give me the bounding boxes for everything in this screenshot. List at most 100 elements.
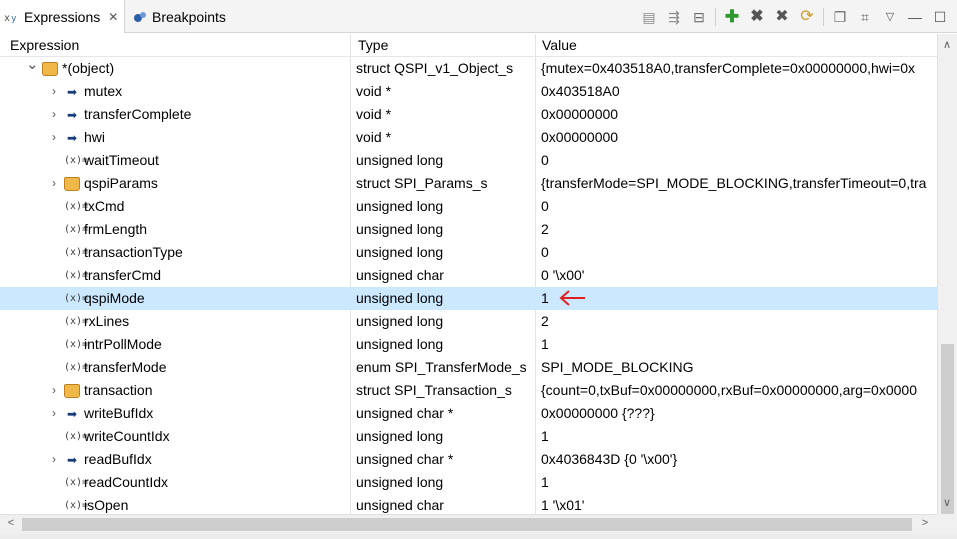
table-row[interactable]: › ➡ mutex void * 0x403518A0 [0, 80, 937, 103]
variable-icon: (x)= [64, 339, 89, 350]
variable-icon: (x)= [64, 362, 89, 373]
table-row[interactable]: (x)= writeCountIdx unsigned long 1 [0, 425, 937, 448]
chevron-right-icon[interactable]: › [48, 103, 60, 126]
tab-expressions[interactable]: xy Expressions ✕ [0, 0, 125, 33]
expression-value[interactable]: 1 [541, 333, 937, 356]
expression-value[interactable]: SPI_MODE_BLOCKING [541, 356, 937, 379]
remove-icon[interactable]: ✖ [748, 8, 766, 26]
variable-icon: (x)= [64, 293, 89, 304]
chevron-right-icon[interactable]: › [48, 379, 60, 402]
table-row[interactable]: (x)= waitTimeout unsigned long 0 [0, 149, 937, 172]
column-header-expression[interactable]: Expression [10, 34, 79, 56]
expression-value[interactable]: 1 [541, 471, 937, 494]
expression-name: transferComplete [84, 106, 192, 122]
horizontal-scrollbar[interactable]: < > [0, 514, 937, 534]
variable-icon: (x)= [64, 224, 89, 235]
table-row[interactable]: (x)= intrPollMode unsigned long 1 [0, 333, 937, 356]
view-bottom-border [0, 534, 957, 539]
tab-breakpoints-label: Breakpoints [152, 8, 226, 25]
column-header-value[interactable]: Value [542, 34, 577, 56]
variable-icon: (x)= [64, 247, 89, 258]
expression-value[interactable]: {count=0,txBuf=0x00000000,rxBuf=0x000000… [541, 379, 937, 402]
table-row[interactable]: (x)= rxLines unsigned long 2 [0, 310, 937, 333]
table-row[interactable]: (x)= transferCmd unsigned char 0 '\x00' [0, 264, 937, 287]
svg-text:y: y [11, 14, 17, 24]
expression-value[interactable]: 0 '\x00' [541, 264, 937, 287]
chevron-right-icon[interactable]: › [48, 172, 60, 195]
chevron-down-icon[interactable]: ⌄ [26, 53, 39, 76]
expression-value[interactable]: 2 [541, 218, 937, 241]
table-row[interactable]: (x)= frmLength unsigned long 2 [0, 218, 937, 241]
maximize-icon[interactable]: ☐ [931, 8, 949, 26]
table-row[interactable]: (x)= transferMode enum SPI_TransferMode_s S… [0, 356, 937, 379]
pointer-icon: ➡ [66, 407, 78, 421]
chevron-right-icon[interactable]: › [48, 448, 60, 471]
horizontal-scroll-thumb[interactable] [22, 518, 912, 531]
pin-icon[interactable]: ⌗ [856, 8, 874, 26]
expression-value[interactable]: 1 [541, 287, 937, 310]
tab-breakpoints[interactable]: Breakpoints [128, 0, 226, 33]
expression-type: unsigned long [356, 313, 444, 329]
expressions-icon: xy [4, 9, 20, 25]
expression-type: void * [356, 83, 392, 99]
minimize-icon[interactable]: — [906, 8, 924, 26]
chevron-right-icon[interactable]: › [48, 80, 60, 103]
table-row[interactable]: (x)= readCountIdx unsigned long 1 [0, 471, 937, 494]
variable-icon: (x)= [64, 316, 89, 327]
close-icon[interactable]: ✕ [108, 10, 118, 24]
chevron-right-icon[interactable]: › [48, 126, 60, 149]
scroll-down-icon[interactable]: ∨ [939, 496, 955, 509]
expression-value[interactable]: 1 [541, 425, 937, 448]
pointer-icon: ➡ [66, 453, 78, 467]
expression-name: qspiParams [84, 175, 158, 191]
chevron-right-icon[interactable]: › [48, 402, 60, 425]
tab-expressions-label: Expressions [24, 8, 101, 25]
add-expression-icon[interactable]: ✚ [723, 7, 741, 26]
refresh-icon[interactable]: ⟳ [798, 8, 816, 26]
collapse-all-icon[interactable]: ⊟ [690, 8, 708, 26]
table-row[interactable]: › ➡ transferComplete void * 0x00000000 [0, 103, 937, 126]
table-row[interactable]: › ➡ hwi void * 0x00000000 [0, 126, 937, 149]
table-row[interactable]: (x)= txCmd unsigned long 0 [0, 195, 937, 218]
svg-text:x: x [4, 13, 10, 24]
expression-type: unsigned long [356, 336, 444, 352]
table-row[interactable]: (x)= transactionType unsigned long 0 [0, 241, 937, 264]
expression-type: struct SPI_Params_s [356, 175, 488, 191]
column-header-type[interactable]: Type [358, 34, 388, 56]
expression-value[interactable]: 0x403518A0 [541, 80, 937, 103]
expression-name: readBufIdx [84, 451, 152, 467]
vertical-scroll-thumb[interactable] [941, 344, 954, 514]
table-row[interactable]: ⌄ *(object) struct QSPI_v1_Object_s {mutex=… [0, 56, 937, 80]
expression-value[interactable]: 0x00000000 {???} [541, 402, 937, 425]
expression-name: frmLength [84, 221, 148, 237]
table-row[interactable]: › transaction struct SPI_Transaction_s {cou… [0, 379, 937, 402]
vertical-scrollbar[interactable]: ∧ ∨ [937, 34, 957, 514]
expression-value[interactable]: 0x4036843D {0 '\x00'} [541, 448, 937, 471]
expression-value[interactable]: 0x00000000 [541, 126, 937, 149]
table-row[interactable]: › ➡ writeBufIdx unsigned char * 0x00000000 {… [0, 402, 937, 425]
expression-value[interactable]: 0 [541, 241, 937, 264]
table-row[interactable]: (x)= qspiMode unsigned long 1 [0, 287, 937, 310]
show-type-names-icon[interactable]: ▤ [640, 8, 658, 26]
variable-icon: (x)= [64, 201, 89, 212]
table-row[interactable]: › ➡ readBufIdx unsigned char * 0x4036843D {0… [0, 448, 937, 471]
remove-all-icon[interactable]: ✖ [773, 8, 791, 26]
expression-value[interactable]: 0x00000000 [541, 103, 937, 126]
expression-value[interactable]: 0 [541, 195, 937, 218]
variable-icon: (x)= [64, 431, 89, 442]
show-logical-structure-icon[interactable]: ⇶ [665, 8, 683, 26]
scroll-left-icon[interactable]: < [3, 517, 19, 529]
expression-value[interactable]: 2 [541, 310, 937, 333]
table-header: Expression Type Value [0, 34, 937, 57]
expression-type: unsigned long [356, 244, 444, 260]
table-row[interactable]: › qspiParams struct SPI_Params_s {transferM… [0, 172, 937, 195]
view-menu-icon[interactable]: ▽ [881, 8, 899, 26]
new-view-icon[interactable]: ❐ [831, 8, 849, 26]
expression-value[interactable]: 0 [541, 149, 937, 172]
expression-value[interactable]: {transferMode=SPI_MODE_BLOCKING,transfer… [541, 172, 937, 195]
scroll-up-icon[interactable]: ∧ [939, 38, 955, 51]
expression-type: void * [356, 129, 392, 145]
expression-value[interactable]: {mutex=0x403518A0,transferComplete=0x000… [541, 57, 937, 80]
scroll-right-icon[interactable]: > [917, 517, 933, 529]
expression-name: waitTimeout [84, 152, 159, 168]
